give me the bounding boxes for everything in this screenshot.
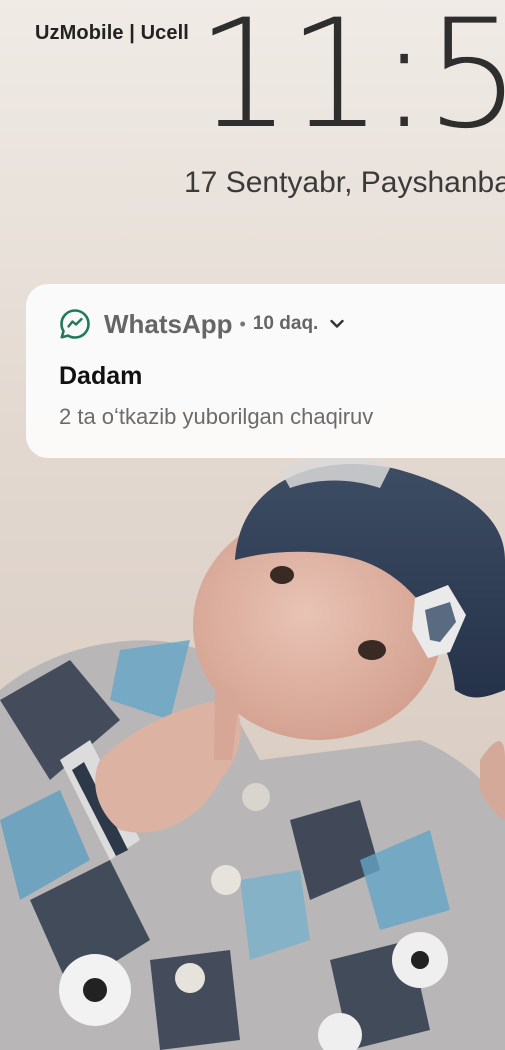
notification-time: 10 daq.	[252, 313, 319, 334]
carrier-label: UzMobile | Ucell	[35, 22, 189, 44]
notification-body: 2 ta oʻtkazib yuborilgan chaqiruv	[59, 404, 374, 429]
notification-header: WhatsApp • 10 daq.	[59, 308, 346, 340]
chevron-down-icon[interactable]	[328, 315, 346, 333]
lock-date: 17 Sentyabr, Payshanba	[184, 166, 505, 199]
lock-clock: 11:54	[196, 0, 505, 162]
notification-title: Dadam	[59, 362, 143, 390]
whatsapp-icon	[60, 309, 90, 339]
header-separator: •	[239, 313, 246, 334]
notification-card[interactable]: WhatsApp • 10 daq. Dadam 2 ta oʻtkazib y…	[26, 284, 505, 458]
lock-screen: UzMobile | Ucell 11:54 17 Sentyabr, Pays…	[0, 0, 505, 1050]
app-name: WhatsApp	[104, 308, 233, 339]
